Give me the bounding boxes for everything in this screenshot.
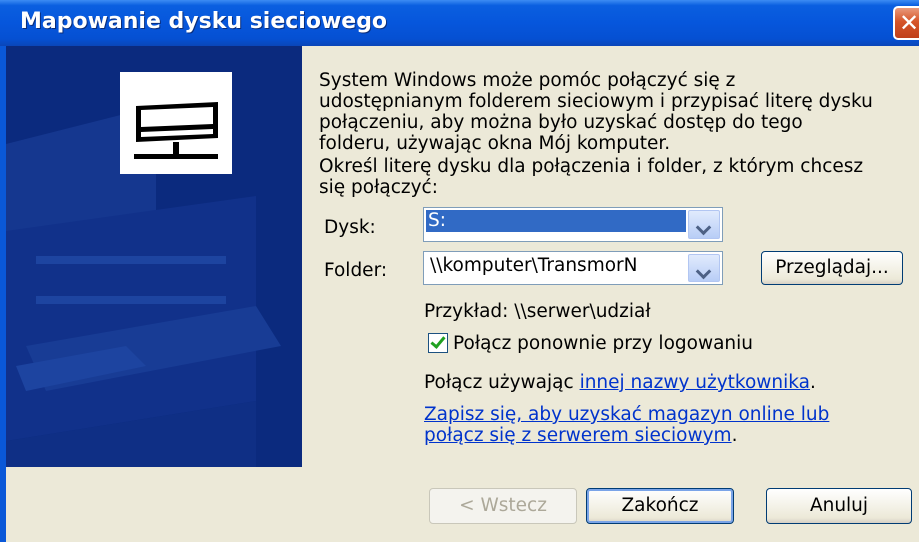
different-user-link[interactable]: innej nazwy użytkownika <box>580 372 810 393</box>
drive-select[interactable]: S: <box>423 207 723 242</box>
finish-button[interactable]: Zakończ <box>586 488 734 524</box>
intro-line-5: Określ literę dysku dla połączenia i fol… <box>319 156 864 177</box>
network-drive-icon <box>120 72 232 174</box>
cancel-button[interactable]: Anuluj <box>766 488 912 524</box>
drive-value: S: <box>426 210 686 232</box>
browse-button-label: Przeglądaj... <box>775 257 889 278</box>
chevron-down-icon[interactable] <box>688 254 720 282</box>
folder-label: Folder: <box>324 260 388 281</box>
intro-line-6: się połączyć: <box>319 177 438 198</box>
online-storage-link[interactable]: Zapisz się, aby uzyskać magazyn online l… <box>424 404 829 425</box>
finish-button-label: Zakończ <box>621 495 699 516</box>
folder-value[interactable]: \\komputer\TransmorN <box>430 255 637 277</box>
online-storage-line-2: połącz się z serwerem sieciowym. <box>424 425 737 446</box>
back-button-label: < Wstecz <box>459 495 547 516</box>
connect-as-text: Połącz używając innej nazwy użytkownika. <box>424 372 816 393</box>
example-text: Przykład: \\serwer\udział <box>424 301 651 322</box>
wizard-content: System Windows może pomóc połączyć się z… <box>302 46 919 467</box>
folder-combobox[interactable]: \\komputer\TransmorN <box>423 251 723 285</box>
map-network-drive-dialog: Mapowanie dysku sieciowego ✕ System Wind… <box>0 0 919 542</box>
reconnect-checkbox[interactable] <box>428 333 448 353</box>
banner-graphic <box>6 72 281 467</box>
intro-line-2: udostępnianym folderem sieciowym i przyp… <box>319 91 873 112</box>
connect-as-prefix: Połącz używając <box>424 372 580 393</box>
close-icon: ✕ <box>899 9 919 37</box>
cancel-button-label: Anuluj <box>809 495 869 516</box>
drive-label: Dysk: <box>324 217 376 238</box>
reconnect-label[interactable]: Połącz ponownie przy logowaniu <box>453 333 753 354</box>
browse-button[interactable]: Przeglądaj... <box>761 251 903 285</box>
intro-line-4: folderu, używając okna Mój komputer. <box>319 133 671 154</box>
online-suffix: . <box>731 425 738 446</box>
intro-line-3: połączeniu, aby można było uzyskać dostę… <box>319 112 803 133</box>
online-storage-line-1: Zapisz się, aby uzyskać magazyn online l… <box>424 404 829 425</box>
intro-line-1: System Windows może pomóc połączyć się z <box>319 70 736 91</box>
close-button[interactable]: ✕ <box>893 6 919 40</box>
back-button[interactable]: < Wstecz <box>429 488 577 524</box>
network-server-link[interactable]: połącz się z serwerem sieciowym <box>424 425 732 446</box>
wizard-banner <box>6 46 302 467</box>
connect-as-suffix: . <box>810 372 816 393</box>
window-title: Mapowanie dysku sieciowego <box>20 9 388 34</box>
title-bar[interactable]: Mapowanie dysku sieciowego ✕ <box>0 0 919 46</box>
button-bar: < Wstecz Zakończ Anuluj <box>6 467 919 542</box>
chevron-down-icon[interactable] <box>688 210 720 239</box>
